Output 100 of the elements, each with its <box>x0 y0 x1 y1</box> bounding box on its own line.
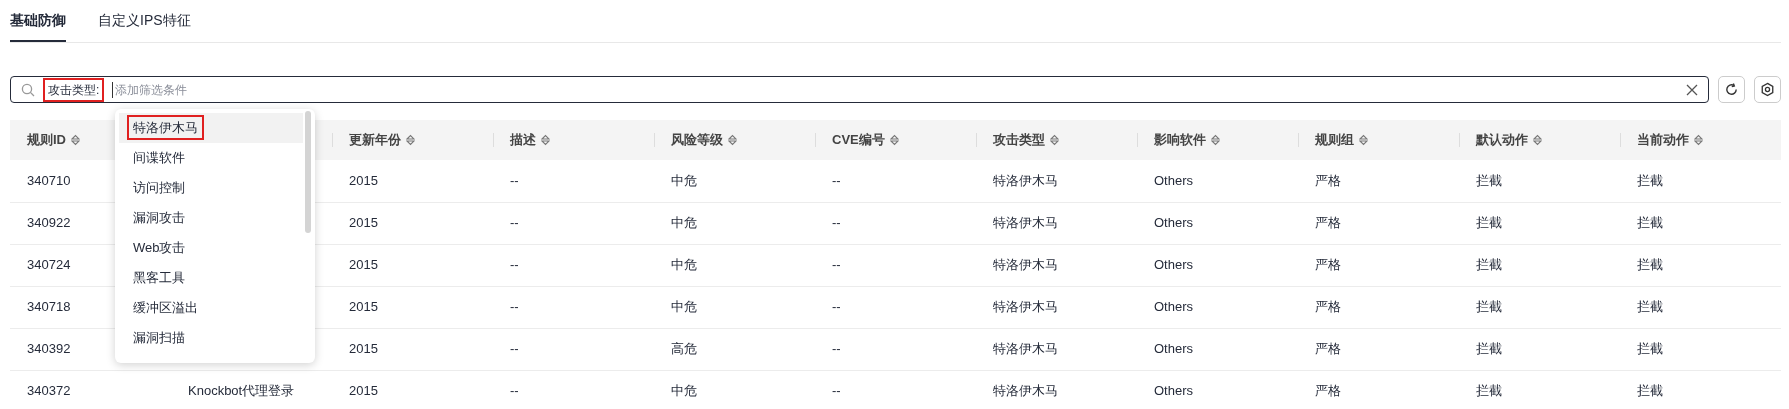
table-cell: 中危 <box>671 215 697 231</box>
column-header[interactable]: 攻击类型 <box>993 132 1045 148</box>
table-cell: 严格 <box>1315 215 1341 231</box>
table-cell: 2015 <box>349 257 378 273</box>
table-cell: -- <box>510 257 519 273</box>
table-cell: -- <box>510 173 519 188</box>
table-cell: Knockbot代理登录 <box>188 383 295 399</box>
table-cell: 中危 <box>671 299 697 315</box>
table-cell: 特洛伊木马 <box>993 383 1058 399</box>
table-cell: -- <box>832 257 841 273</box>
table-cell: 拦截 <box>1637 341 1663 357</box>
column-header[interactable]: 影响软件 <box>1154 132 1206 148</box>
gear-icon <box>1760 82 1775 97</box>
sort-icon[interactable] <box>889 134 899 147</box>
dropdown-item[interactable]: 黑客工具 <box>119 263 303 293</box>
column-header[interactable]: 当前动作 <box>1637 132 1689 148</box>
refresh-button[interactable] <box>1718 76 1745 103</box>
table-cell: 拦截 <box>1637 383 1663 399</box>
search-icon <box>21 82 35 97</box>
sort-icon[interactable] <box>728 134 737 147</box>
table-cell: 2015 <box>349 173 378 188</box>
table-cell: 严格 <box>1315 173 1341 188</box>
table-cell: 340392 <box>27 341 71 357</box>
table-cell: 340922 <box>27 215 71 231</box>
sort-icon[interactable] <box>1211 134 1220 147</box>
sort-icon[interactable] <box>1533 134 1542 147</box>
dropdown-item[interactable]: 漏洞攻击 <box>119 203 303 233</box>
table-cell: 特洛伊木马 <box>993 299 1058 315</box>
table-cell: 严格 <box>1315 299 1341 315</box>
table-cell: -- <box>832 341 841 357</box>
table-cell: 2015 <box>349 383 378 399</box>
table-cell: 特洛伊木马 <box>993 257 1058 273</box>
column-header[interactable]: 描述 <box>510 132 536 148</box>
table-cell: -- <box>510 383 519 399</box>
table-cell: 中危 <box>671 257 697 273</box>
table-cell: 拦截 <box>1476 299 1502 315</box>
table-cell: 特洛伊木马 <box>993 215 1058 231</box>
table-cell: 高危 <box>671 341 697 357</box>
column-header[interactable]: 规则组 <box>1315 132 1354 148</box>
table-cell: 340718 <box>27 299 71 315</box>
search-field[interactable]: 攻击类型: 添加筛选条件 <box>10 76 1709 103</box>
dropdown-item[interactable]: 间谍软件 <box>119 143 303 173</box>
table-cell: -- <box>832 383 841 399</box>
table-cell: 中危 <box>671 173 697 188</box>
sort-icon[interactable] <box>406 134 415 147</box>
table-cell: -- <box>510 341 519 357</box>
table-cell: Others <box>1154 173 1193 188</box>
filter-tag: 攻击类型: <box>43 77 105 102</box>
table-cell: 拦截 <box>1476 173 1502 188</box>
sort-icon[interactable] <box>1359 134 1368 147</box>
table-cell: 拦截 <box>1476 383 1502 399</box>
table-cell: Others <box>1154 341 1193 357</box>
table-cell: 严格 <box>1315 257 1341 273</box>
table-cell: 340724 <box>27 257 71 273</box>
table-cell: 拦截 <box>1637 173 1663 188</box>
table-cell: -- <box>510 299 519 315</box>
table-cell: Others <box>1154 299 1193 315</box>
sort-icon[interactable] <box>541 134 550 147</box>
sort-icon[interactable] <box>1694 134 1703 147</box>
dropdown-item[interactable]: 漏洞扫描 <box>119 323 303 353</box>
table-cell: -- <box>832 215 841 231</box>
settings-button[interactable] <box>1754 76 1781 103</box>
table-cell: 拦截 <box>1637 257 1663 273</box>
column-header[interactable]: 默认动作 <box>1476 132 1528 148</box>
table-cell: 特洛伊木马 <box>993 173 1058 188</box>
dropdown-item[interactable]: 特洛伊木马 <box>119 113 303 143</box>
table-cell: 中危 <box>671 383 697 399</box>
table-cell: 2015 <box>349 215 378 231</box>
table-cell: Others <box>1154 215 1193 231</box>
clear-icon[interactable] <box>1686 83 1698 96</box>
tab[interactable]: 自定义IPS特征 <box>98 10 191 42</box>
column-header[interactable]: 更新年份 <box>349 132 401 148</box>
dropdown-item[interactable]: Web攻击 <box>119 233 303 263</box>
table-cell: Others <box>1154 383 1193 399</box>
sort-icon[interactable] <box>1050 134 1059 147</box>
table-cell: 严格 <box>1315 383 1341 399</box>
dropdown-item[interactable]: 缓冲区溢出 <box>119 293 303 323</box>
table-cell: 拦截 <box>1637 299 1663 315</box>
table-cell: 拦截 <box>1476 341 1502 357</box>
table-cell: -- <box>510 215 519 231</box>
table-cell: -- <box>832 299 841 315</box>
table-cell: Others <box>1154 257 1193 273</box>
column-header[interactable]: 规则ID <box>27 132 66 148</box>
tab[interactable]: 基础防御 <box>10 10 66 42</box>
table-cell: 340710 <box>27 173 71 188</box>
sort-icon[interactable] <box>71 134 80 147</box>
column-header[interactable]: CVE编号 <box>832 132 885 148</box>
table-cell: 拦截 <box>1637 215 1663 231</box>
dropdown-item[interactable]: 访问控制 <box>119 173 303 203</box>
table-cell: 340372 <box>27 383 71 399</box>
table-cell: 特洛伊木马 <box>993 341 1058 357</box>
table-cell: 严格 <box>1315 341 1341 357</box>
table-cell: 2015 <box>349 341 378 357</box>
table-cell: 拦截 <box>1476 215 1502 231</box>
scrollbar-thumb[interactable] <box>305 111 311 233</box>
column-header[interactable]: 风险等级 <box>671 132 723 148</box>
table-cell: -- <box>832 173 841 188</box>
refresh-icon <box>1724 82 1739 97</box>
table-cell: 拦截 <box>1476 257 1502 273</box>
table-cell: 2015 <box>349 299 378 315</box>
